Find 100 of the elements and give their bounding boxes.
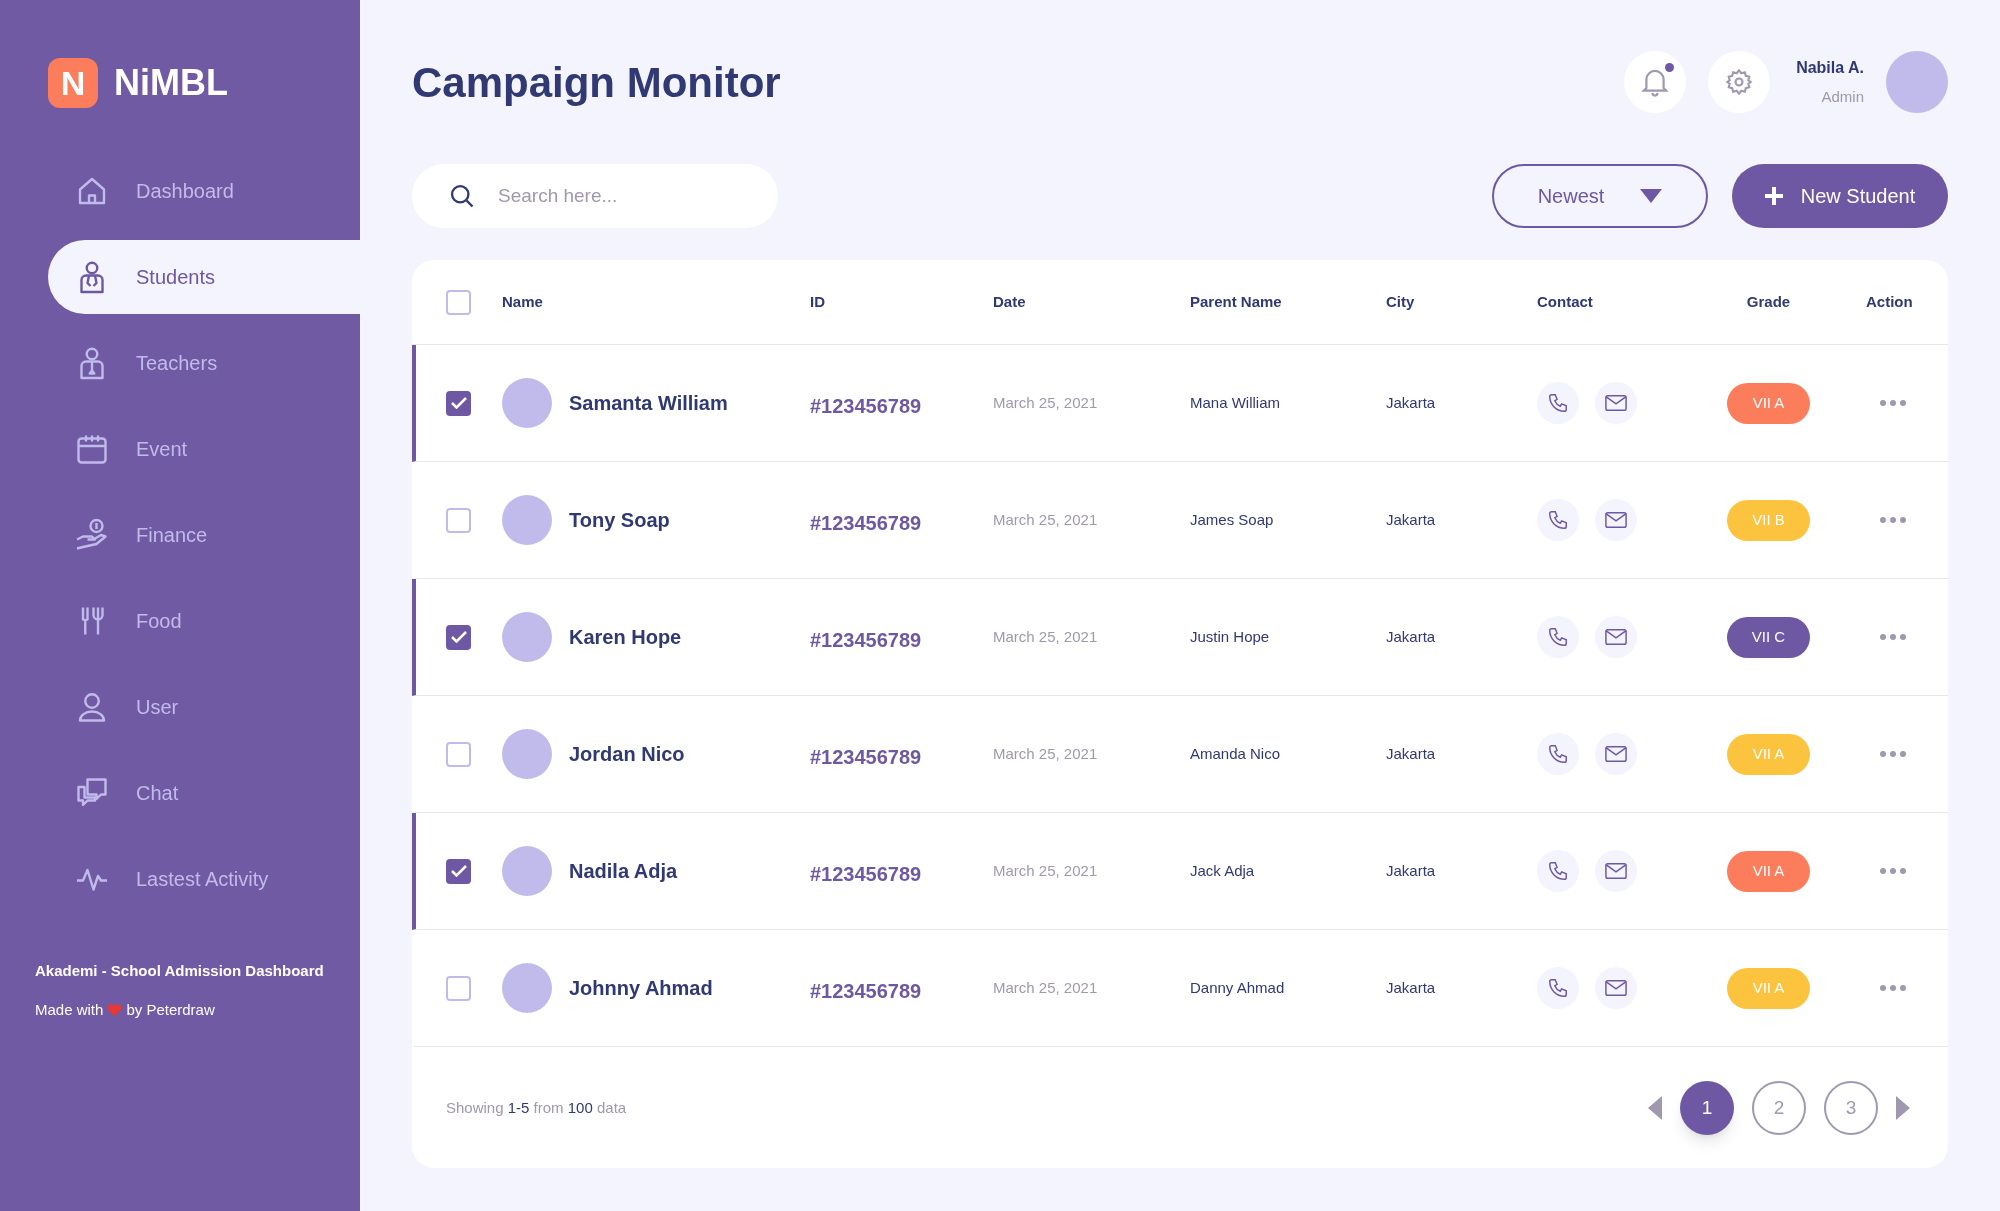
sidebar-item[interactable]: Food [48, 584, 360, 658]
sidebar-item[interactable]: User [48, 670, 360, 744]
column-header: Name [502, 293, 543, 310]
email-button[interactable] [1595, 616, 1637, 658]
page-button[interactable]: 1 [1680, 1081, 1734, 1135]
footer-credit: by Peterdraw [126, 999, 215, 1020]
avatar [502, 846, 552, 896]
student-name: Johnny Ahmad [569, 976, 713, 1001]
search-icon [448, 182, 476, 210]
parent-name: James Soap [1190, 511, 1274, 528]
student-name: Samanta William [569, 391, 728, 416]
checkbox[interactable] [446, 741, 471, 767]
new-student-button[interactable]: New Student [1732, 164, 1948, 228]
envelope-icon [1605, 862, 1627, 880]
email-button[interactable] [1595, 733, 1637, 775]
sidebar-item[interactable]: Finance [48, 498, 360, 572]
table-row[interactable]: Nadila Adja #123456789 March 25, 2021 Jack Adja Jakarta VII A [412, 813, 1948, 930]
parent-name: Danny Ahmad [1190, 979, 1285, 996]
date-text: March 25, 2021 [993, 628, 1098, 645]
next-page-button[interactable] [1896, 1096, 1910, 1120]
date-text: March 25, 2021 [993, 979, 1098, 996]
date-text: March 25, 2021 [993, 511, 1098, 528]
sidebar-item[interactable]: Students [48, 240, 360, 314]
phone-button[interactable] [1537, 850, 1579, 892]
student-id: #123456789 [810, 512, 922, 534]
envelope-icon [1605, 394, 1627, 412]
email-button[interactable] [1595, 850, 1637, 892]
sidebar-item[interactable]: Event [48, 412, 360, 486]
email-button[interactable] [1595, 382, 1637, 424]
sidebar-item[interactable]: Dashboard [48, 154, 360, 228]
city-text: Jakarta [1386, 511, 1436, 528]
checkbox[interactable] [446, 975, 471, 1001]
table-row[interactable]: Karen Hope #123456789 March 25, 2021 Justin Hope Jakarta VII C [412, 579, 1948, 696]
footer-title: Akademi - School Admission Dashboard [35, 961, 325, 981]
grade-badge: VII B [1727, 499, 1810, 541]
parent-name: Amanda Nico [1190, 745, 1281, 762]
grade-badge: VII A [1727, 382, 1810, 424]
check-icon [450, 865, 467, 877]
grade-badge: VII A [1727, 850, 1810, 892]
table-row[interactable]: Johnny Ahmad #123456789 March 25, 2021 Danny Ahmad Jakarta VII A [412, 930, 1948, 1047]
city-text: Jakarta [1386, 745, 1436, 762]
checkbox[interactable] [446, 289, 471, 315]
envelope-icon [1605, 745, 1627, 763]
phone-icon [1547, 626, 1569, 648]
avatar [502, 378, 552, 428]
phone-button[interactable] [1537, 967, 1579, 1009]
email-button[interactable] [1595, 499, 1637, 541]
page-title: Campaign Monitor [412, 57, 781, 108]
sidebar-item[interactable]: Teachers [48, 326, 360, 400]
checkbox[interactable] [446, 507, 471, 533]
avatar [502, 495, 552, 545]
envelope-icon [1605, 979, 1627, 997]
city-text: Jakarta [1386, 862, 1436, 879]
previous-page-button[interactable] [1648, 1096, 1662, 1120]
student-id: #123456789 [810, 395, 922, 417]
heart-icon [107, 1002, 123, 1017]
sidebar-item[interactable]: Chat [48, 756, 360, 830]
email-button[interactable] [1595, 967, 1637, 1009]
column-header: Contact [1537, 293, 1593, 310]
column-header: ID [810, 293, 825, 310]
caret-icon [1640, 189, 1663, 203]
checkbox[interactable] [446, 858, 471, 884]
grade-badge: VII A [1727, 733, 1810, 775]
table-row[interactable]: Samanta William #123456789 March 25, 2021 Mana William Jakarta VII A [412, 345, 1948, 462]
city-text: Jakarta [1386, 979, 1436, 996]
phone-button[interactable] [1537, 499, 1579, 541]
parent-name: Jack Adja [1190, 862, 1255, 879]
nav-icon [74, 517, 110, 553]
sidebar-item[interactable]: Lastest Activity [48, 842, 360, 916]
phone-icon [1547, 743, 1569, 765]
settings-icon [1725, 68, 1754, 96]
search-field[interactable]: Search here... [412, 164, 778, 228]
page-button[interactable]: 3 [1824, 1081, 1878, 1135]
column-header: Parent Name [1190, 293, 1282, 310]
page-button[interactable]: 2 [1752, 1081, 1806, 1135]
table-row[interactable]: Jordan Nico #123456789 March 25, 2021 Amanda Nico Jakarta VII A [412, 696, 1948, 813]
student-name: Nadila Adja [569, 859, 678, 884]
checkbox[interactable] [446, 390, 471, 416]
user-role: Admin [1821, 86, 1864, 107]
table-row[interactable]: Tony Soap #123456789 March 25, 2021 James Soap Jakarta VII B [412, 462, 1948, 579]
checkbox[interactable] [446, 624, 471, 650]
grade-badge: VII C [1727, 616, 1810, 658]
parent-name: Mana William [1190, 394, 1280, 411]
phone-button[interactable] [1537, 733, 1579, 775]
check-icon [450, 631, 467, 643]
grade-badge: VII A [1727, 967, 1810, 1009]
sort-dropdown[interactable]: Newest [1492, 164, 1708, 228]
phone-icon [1547, 977, 1569, 999]
student-id: #123456789 [810, 746, 922, 768]
check-icon [450, 397, 467, 409]
avatar [502, 612, 552, 662]
phone-button[interactable] [1537, 616, 1579, 658]
user-name: Nabila A. [1796, 57, 1864, 78]
avatar [502, 729, 552, 779]
avatar [502, 963, 552, 1013]
date-text: March 25, 2021 [993, 745, 1098, 762]
phone-icon [1547, 860, 1569, 882]
column-header: City [1386, 293, 1415, 310]
phone-button[interactable] [1537, 382, 1579, 424]
envelope-icon [1605, 628, 1627, 646]
